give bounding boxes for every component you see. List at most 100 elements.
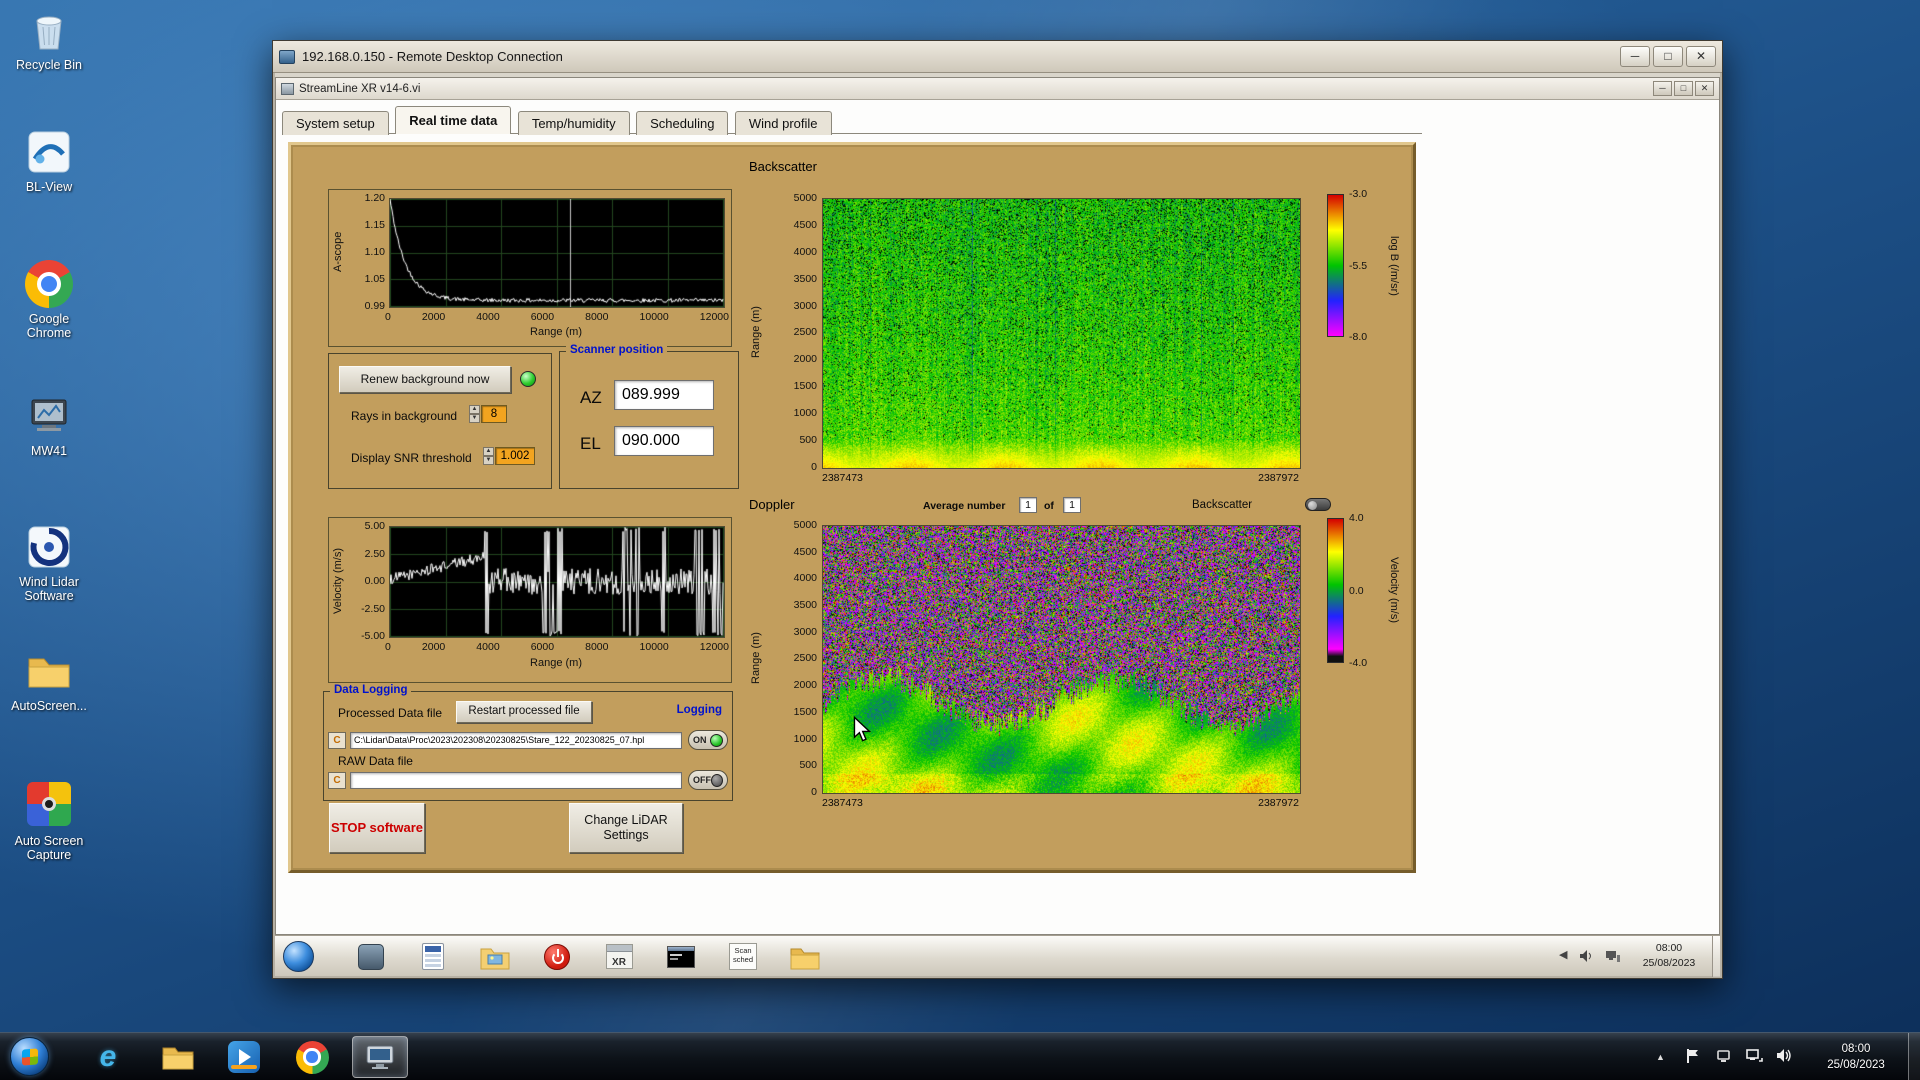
backscatter-display-toggle[interactable]: [1305, 498, 1331, 511]
remote-show-desktop-button[interactable]: [1712, 936, 1720, 977]
renew-background-button[interactable]: Renew background now: [339, 366, 511, 393]
tab-system-setup[interactable]: System setup: [282, 111, 389, 135]
remote-clock[interactable]: 08:00 25/08/2023: [1630, 941, 1708, 970]
tray-expand-icon[interactable]: ▲: [1656, 1052, 1665, 1062]
remote-quicklaunch-folder-icon[interactable]: [785, 940, 825, 973]
mouse-cursor: [851, 715, 873, 747]
network-tray-icon[interactable]: [1746, 1048, 1763, 1068]
processed-data-file-label: Processed Data file: [338, 706, 443, 720]
remote-quicklaunch-command-prompt-icon[interactable]: [661, 940, 701, 973]
remote-network-icon[interactable]: [1605, 949, 1621, 966]
remote-quicklaunch-image-folder-icon[interactable]: [475, 940, 515, 973]
tick-label: 500: [799, 434, 817, 447]
rdp-maximize-button[interactable]: □: [1653, 46, 1683, 67]
az-value-field[interactable]: 089.999: [614, 380, 714, 410]
device-tray-icon[interactable]: [1716, 1048, 1731, 1068]
tab-real-time-data[interactable]: Real time data: [395, 106, 512, 134]
desktop-icon-label: AutoScreen...: [11, 699, 87, 713]
tick-label: 10000: [639, 641, 669, 653]
tick-label: 0: [385, 641, 391, 653]
rays-value-field[interactable]: 8: [481, 405, 507, 423]
raw-path-field[interactable]: [350, 772, 682, 789]
app-titlebar[interactable]: StreamLine XR v14-6.vi ─ □ ✕: [276, 78, 1719, 100]
processed-path-type-button[interactable]: C: [328, 732, 346, 749]
tick-label: 5000: [793, 519, 817, 531]
start-button[interactable]: [10, 1037, 49, 1076]
app-window-title: StreamLine XR v14-6.vi: [299, 82, 421, 95]
app-close-button[interactable]: ✕: [1695, 81, 1714, 96]
snr-stepper[interactable]: ▲ ▼: [483, 447, 494, 465]
raw-logging-toggle[interactable]: OFF: [688, 770, 728, 790]
az-label: AZ: [580, 388, 602, 407]
backscatter-yticks: 5000 4500 4000 3500 3000 2500 2000 1500 1000 500 0: [767, 192, 817, 473]
tick-label: -5.5: [1349, 259, 1368, 272]
tick-label: 0.00: [364, 575, 385, 587]
rdp-client-area: StreamLine XR v14-6.vi ─ □ ✕ System setu…: [275, 73, 1720, 977]
ascope-ylabel: A-scope: [332, 231, 344, 273]
scanner-position-group: Scanner position AZ 089.999 EL 090.000: [559, 344, 739, 489]
app-restore-button[interactable]: □: [1674, 81, 1693, 96]
desktop-icon-auto-screen-capture[interactable]: Auto Screen Capture: [6, 780, 92, 863]
average-of-field[interactable]: 1: [1063, 497, 1081, 513]
remote-tray-expand-icon[interactable]: ◀: [1559, 948, 1567, 961]
media-player-icon: [228, 1041, 260, 1073]
desktop-icon-recycle-bin[interactable]: Recycle Bin: [6, 6, 92, 72]
el-value-field[interactable]: 090.000: [614, 426, 714, 456]
processed-path-field[interactable]: C:\Lidar\Data\Proc\2023\202308\20230825\…: [350, 732, 682, 749]
remote-quicklaunch-scan-scheduler-icon[interactable]: Scan sched: [723, 940, 763, 973]
remote-taskbar: XR Scan sched ◀ 08:00 25/08/2023: [275, 935, 1720, 977]
taskbar-explorer-button[interactable]: [150, 1036, 206, 1078]
tick-label: 3000: [793, 299, 817, 312]
tick-label: 1.20: [364, 192, 385, 204]
restart-processed-file-button[interactable]: Restart processed file: [456, 701, 592, 723]
desktop-icon-autoscreen[interactable]: AutoScreen...: [6, 647, 92, 713]
show-desktop-button[interactable]: [1908, 1033, 1920, 1080]
tab-scheduling[interactable]: Scheduling: [636, 111, 729, 135]
desktop-icon-label: Auto Screen Capture: [14, 834, 84, 863]
raw-path-type-button[interactable]: C: [328, 772, 346, 789]
remote-quicklaunch-power-icon[interactable]: [537, 940, 577, 973]
taskbar-rdp-button-active[interactable]: [352, 1036, 408, 1078]
snr-value-field[interactable]: 1.002: [495, 447, 535, 465]
taskbar-clock[interactable]: 08:00 25/08/2023: [1812, 1041, 1900, 1073]
remote-quicklaunch-xr-icon[interactable]: XR: [599, 940, 639, 973]
tick-label: 4500: [793, 545, 817, 558]
processed-logging-toggle[interactable]: ON: [688, 730, 728, 750]
taskbar-ie-button[interactable]: e: [80, 1036, 136, 1078]
change-lidar-settings-button[interactable]: Change LiDAR Settings: [569, 803, 683, 853]
taskbar-media-player-button[interactable]: [216, 1036, 272, 1078]
desktop-icon-google-chrome[interactable]: Google Chrome: [6, 260, 92, 341]
tab-wind-profile[interactable]: Wind profile: [734, 111, 832, 135]
remote-start-button[interactable]: [283, 941, 314, 972]
tick-label: 4000: [793, 572, 817, 585]
remote-volume-icon[interactable]: [1579, 949, 1594, 966]
tick-label: 2000: [793, 353, 817, 366]
rays-in-background-label: Rays in background: [351, 409, 458, 423]
tick-label: 0: [811, 460, 817, 473]
remote-quicklaunch-app-icon[interactable]: [351, 940, 391, 973]
stop-software-button[interactable]: STOP software: [329, 803, 425, 853]
chrome-icon: [295, 1040, 329, 1074]
backscatter-display-label: Backscatter: [1192, 499, 1253, 511]
rdp-titlebar[interactable]: 192.168.0.150 - Remote Desktop Connectio…: [273, 41, 1722, 73]
desktop-icon-wind-lidar-software[interactable]: Wind Lidar Software: [6, 523, 92, 604]
desktop-icon-bl-view[interactable]: BL-View: [6, 128, 92, 194]
doppler-ylabel: Range (m): [750, 632, 762, 685]
remote-quicklaunch-calculator-icon[interactable]: [413, 940, 453, 973]
action-center-flag-icon[interactable]: [1686, 1048, 1700, 1069]
velocity-yticks: 5.00 2.50 0.00 -2.50 -5.00: [345, 520, 385, 642]
rdp-minimize-button[interactable]: ─: [1620, 46, 1650, 67]
taskbar-chrome-button[interactable]: [284, 1036, 340, 1078]
desktop-icon-label: BL-View: [25, 180, 73, 194]
rays-stepper[interactable]: ▲ ▼: [469, 405, 480, 423]
rdp-close-button[interactable]: ✕: [1686, 46, 1716, 67]
backscatter-x-end-label: 2387972: [1258, 472, 1299, 484]
ascope-xlabel: Range (m): [530, 326, 582, 338]
tab-temp-humidity[interactable]: Temp/humidity: [517, 111, 630, 135]
volume-tray-icon[interactable]: [1776, 1048, 1792, 1068]
tick-label: 1000: [793, 407, 817, 420]
average-number-field[interactable]: 1: [1019, 497, 1037, 513]
backscatter-colorbar-label: log B (/m/sr): [1388, 235, 1400, 296]
app-minimize-button[interactable]: ─: [1653, 81, 1672, 96]
desktop-icon-mw41[interactable]: MW41: [6, 392, 92, 458]
